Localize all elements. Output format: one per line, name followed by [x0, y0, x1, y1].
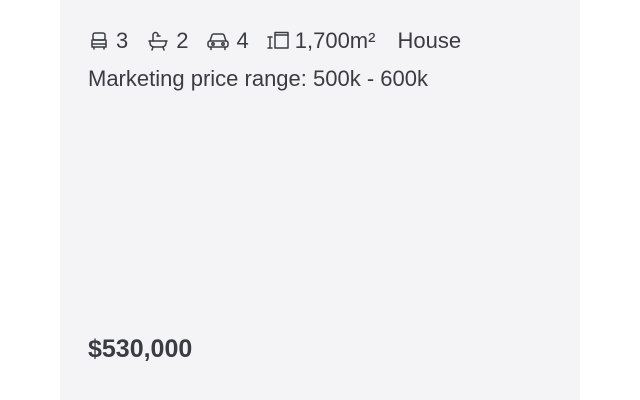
bedrooms-feature: 3	[88, 28, 128, 54]
land-size-icon	[265, 30, 291, 52]
property-features: 3 2 4 1,700m² House	[88, 26, 461, 56]
listing-price: $530,000	[88, 335, 193, 363]
parking-feature: 4	[205, 28, 249, 54]
bath-icon	[146, 30, 170, 52]
bed-icon	[88, 30, 110, 52]
car-icon	[205, 30, 231, 52]
land-size-feature: 1,700m²	[265, 28, 376, 54]
bathrooms-feature: 2	[146, 28, 189, 54]
property-type: House	[397, 28, 462, 53]
bedrooms-count: 3	[116, 28, 129, 53]
marketing-price-range: Marketing price range: 500k - 600k	[88, 66, 428, 91]
listing-card[interactable]: 3 2 4 1,700m² House Marketing price rang…	[60, 0, 580, 400]
parking-count: 4	[236, 28, 249, 53]
land-size-value: 1,700m²	[294, 28, 376, 53]
bathrooms-count: 2	[176, 28, 189, 53]
